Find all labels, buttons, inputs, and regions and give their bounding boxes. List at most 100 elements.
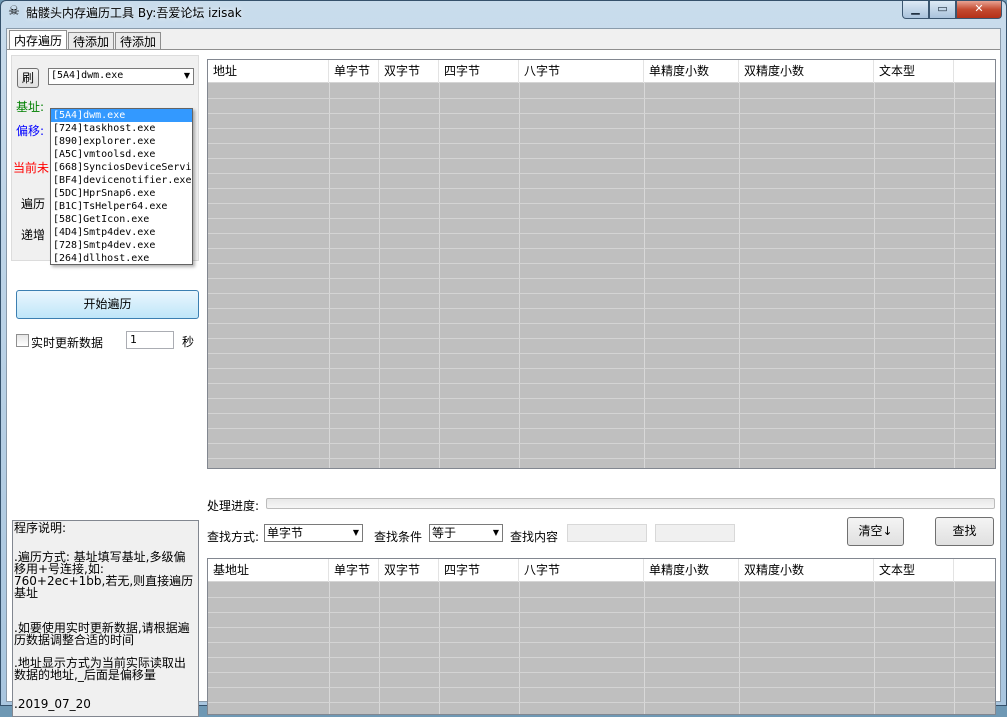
description-line: .如要使用实时更新数据,请根据遍历数据调整合适的时间 (14, 621, 190, 647)
process-option[interactable]: [B1C]TsHelper64.exe (51, 200, 192, 213)
column-divider (379, 582, 380, 714)
main-window: ☠ 骷髅头内存遍历工具 By:吾爱论坛 izisak ▁ ▭ ✕ 内存遍历 待添… (0, 0, 1007, 717)
column-header[interactable]: 四字节 (439, 60, 519, 83)
process-option[interactable]: [728]Smtp4dev.exe (51, 239, 192, 252)
row-divider (208, 233, 995, 234)
column-header[interactable]: 单字节 (329, 60, 379, 83)
process-dropdown-list[interactable]: [5A4]dwm.exe [724]taskhost.exe [890]expl… (50, 108, 193, 265)
row-divider (208, 443, 995, 444)
search-condition-value: 等于 (432, 526, 457, 540)
skull-icon: ☠ (8, 4, 20, 19)
title-bar[interactable]: ☠ 骷髅头内存遍历工具 By:吾爱论坛 izisak ▁ ▭ ✕ (1, 1, 1006, 23)
close-icon: ✕ (974, 2, 984, 15)
process-option[interactable]: [5DC]HprSnap6.exe (51, 187, 192, 200)
column-header[interactable]: 八字节 (519, 559, 644, 582)
process-option[interactable]: [668]SynciosDeviceService.exe (51, 161, 192, 174)
row-divider (208, 702, 995, 703)
row-divider (208, 458, 995, 459)
row-divider (208, 263, 995, 264)
process-option[interactable]: [264]dllhost.exe (51, 252, 192, 264)
refresh-button[interactable]: 刷 (17, 68, 39, 88)
clear-button[interactable]: 清空↓ (847, 517, 904, 546)
column-header[interactable]: 单精度小数 (644, 559, 739, 582)
increment-label: 递增 (21, 228, 46, 242)
process-option[interactable]: [4D4]Smtp4dev.exe (51, 226, 192, 239)
row-divider (208, 398, 995, 399)
column-header[interactable]: 文本型 (874, 60, 954, 83)
row-divider (208, 98, 995, 99)
process-option[interactable]: [A5C]vmtoolsd.exe (51, 148, 192, 161)
column-divider (329, 582, 330, 714)
column-divider (519, 582, 520, 714)
program-description: 程序说明: .遍历方式: 基址填写基址,多级偏移用+号连接,如: 760+2ec… (12, 520, 199, 717)
maximize-icon: ▭ (937, 2, 948, 15)
search-result-table[interactable]: 基地址 单字节 双字节 四字节 八字节 单精度小数 双精度小数 文本型 (207, 558, 996, 715)
row-divider (208, 143, 995, 144)
search-content-input-2[interactable] (655, 524, 735, 542)
column-header[interactable]: 文本型 (874, 559, 954, 582)
chevron-down-icon: ▼ (352, 528, 359, 537)
process-option[interactable]: [58C]GetIcon.exe (51, 213, 192, 226)
row-divider (208, 383, 995, 384)
column-divider (644, 582, 645, 714)
column-header[interactable]: 双精度小数 (739, 559, 874, 582)
column-divider (439, 582, 440, 714)
row-divider (208, 657, 995, 658)
search-method-value: 单字节 (267, 526, 304, 540)
description-line: .遍历方式: 基址填写基址,多级偏移用+号连接,如: 760+2ec+1bb,若… (14, 550, 194, 600)
processing-progress-bar (266, 498, 995, 509)
column-divider (954, 83, 955, 468)
process-select[interactable]: [5A4]dwm.exe ▼ (48, 68, 194, 85)
interval-input[interactable]: 1 (126, 331, 174, 349)
window-title: 骷髅头内存遍历工具 By:吾爱论坛 izisak (26, 6, 242, 20)
row-divider (208, 597, 995, 598)
search-content-input[interactable] (567, 524, 647, 542)
column-header[interactable]: 八字节 (519, 60, 644, 83)
row-divider (208, 158, 995, 159)
row-divider (208, 218, 995, 219)
process-select-value: [5A4]dwm.exe (51, 70, 124, 81)
minimize-button[interactable]: ▁ (902, 1, 929, 19)
search-method-label: 查找方式: (207, 530, 260, 544)
column-divider (439, 83, 440, 468)
column-header[interactable]: 双精度小数 (739, 60, 874, 83)
column-header[interactable]: 双字节 (379, 60, 439, 83)
column-header[interactable]: 四字节 (439, 559, 519, 582)
row-divider (208, 687, 995, 688)
maximize-button[interactable]: ▭ (929, 1, 956, 19)
column-divider (329, 83, 330, 468)
traverse-label: 遍历 (21, 197, 46, 211)
chevron-down-icon: ▼ (492, 528, 499, 537)
search-method-select[interactable]: 单字节 ▼ (264, 524, 363, 542)
column-header[interactable]: 单字节 (329, 559, 379, 582)
progress-label: 处理进度: (207, 499, 260, 513)
column-header[interactable]: 基地址 (208, 559, 329, 582)
process-option[interactable]: [5A4]dwm.exe (51, 109, 192, 122)
offset-label: 偏移: (16, 124, 45, 138)
row-divider (208, 413, 995, 414)
row-divider (208, 338, 995, 339)
process-option[interactable]: [890]explorer.exe (51, 135, 192, 148)
description-line: .地址显示方式为当前实际读取出数据的地址,_后面是偏移量 (14, 656, 186, 682)
chevron-down-icon: ▼ (183, 71, 190, 80)
column-header[interactable]: 双字节 (379, 559, 439, 582)
close-button[interactable]: ✕ (956, 1, 1002, 19)
start-traverse-button[interactable]: 开始遍历 (16, 290, 199, 319)
column-divider (644, 83, 645, 468)
realtime-update-checkbox[interactable] (16, 334, 29, 347)
row-divider (208, 353, 995, 354)
column-divider (954, 582, 955, 714)
result-table[interactable]: 地址 单字节 双字节 四字节 八字节 单精度小数 双精度小数 文本型 (207, 59, 996, 469)
row-divider (208, 278, 995, 279)
search-condition-select[interactable]: 等于 ▼ (429, 524, 503, 542)
column-header[interactable]: 地址 (208, 60, 329, 83)
current-label: 当前未 (13, 161, 50, 175)
find-button[interactable]: 查找 (935, 517, 994, 546)
base-label: 基址: (16, 100, 45, 114)
column-divider (874, 83, 875, 468)
row-divider (208, 612, 995, 613)
tab-memory-traverse[interactable]: 内存遍历 (9, 30, 68, 51)
process-option[interactable]: [724]taskhost.exe (51, 122, 192, 135)
process-option[interactable]: [BF4]devicenotifier.exe (51, 174, 192, 187)
column-header[interactable]: 单精度小数 (644, 60, 739, 83)
